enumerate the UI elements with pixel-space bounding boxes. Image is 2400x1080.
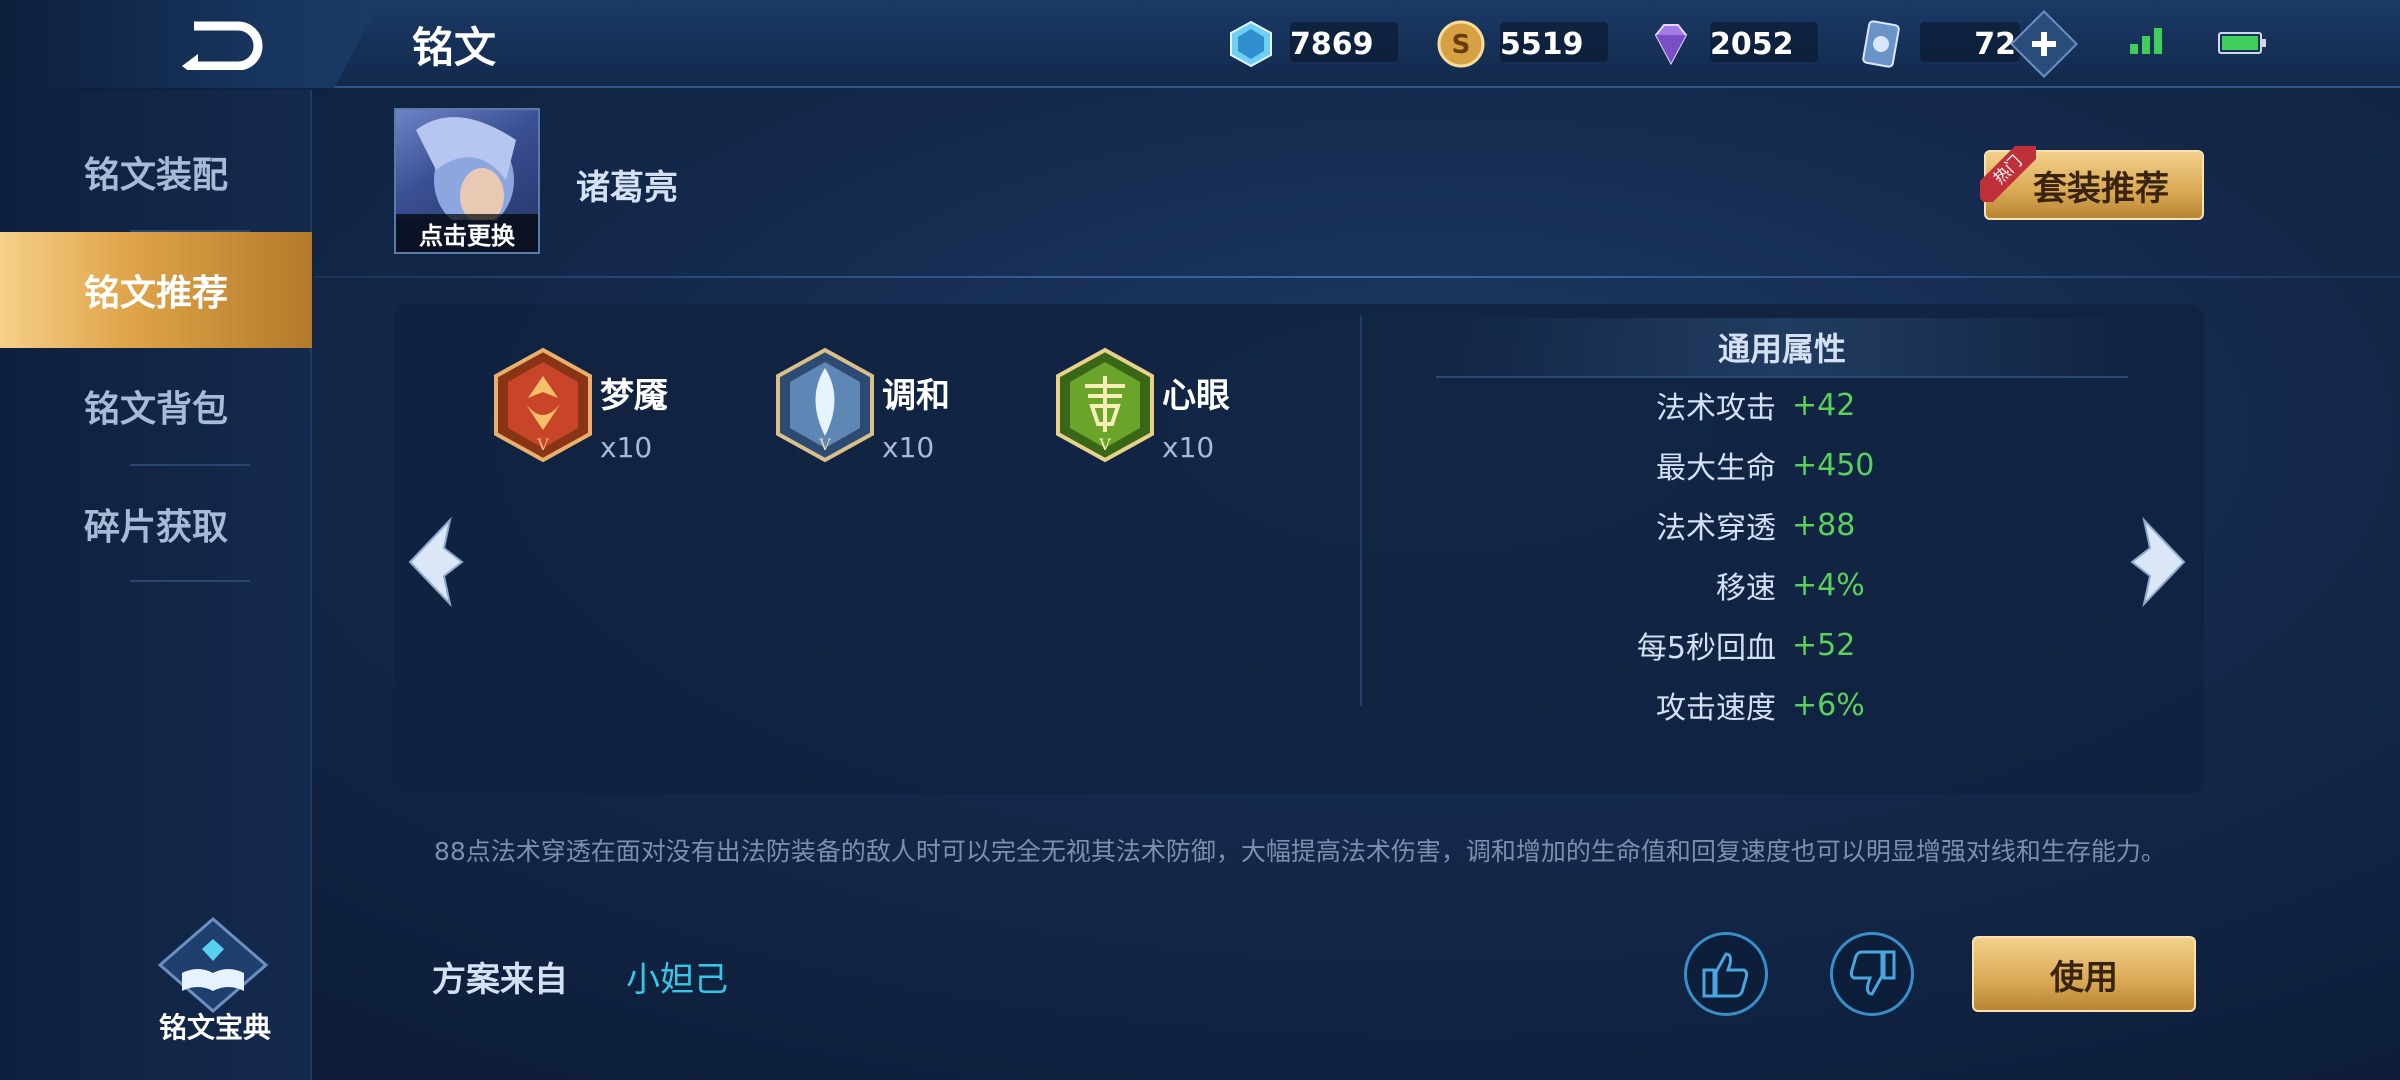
sidebar-item-label: 碎片获取	[83, 507, 228, 548]
attribute-name: 攻击速度	[1656, 691, 1776, 726]
book-icon	[157, 917, 269, 1013]
diamond-icon	[1654, 24, 1688, 66]
gold-coin-icon: S	[1437, 20, 1485, 68]
recommendation-description: 88点法术穿透在面对没有出法防装备的敌人时可以完全无视其法术防御，大幅提高法术伤…	[434, 837, 2166, 866]
attribute-name: 最大生命	[1656, 451, 1776, 486]
currency-diamond: 2052	[1646, 18, 1794, 70]
hero-avatar[interactable]: 点击更换	[394, 108, 540, 254]
codex-label: 铭文宝典	[158, 1011, 271, 1044]
attribute-row: 每5秒回血 +52	[1436, 620, 2136, 670]
rune-item[interactable]: V 梦魇 x10	[490, 346, 668, 464]
attribute-value: +52	[1792, 627, 1856, 663]
harmony-rune-icon: V	[776, 347, 874, 463]
sidebar-item-label: 铭文推荐	[83, 273, 228, 314]
like-button[interactable]	[1684, 932, 1768, 1016]
svg-text:V: V	[1098, 435, 1111, 454]
attributes-title: 通用属性	[1436, 318, 2128, 378]
sidebar-item-label: 铭文背包	[83, 389, 228, 430]
currency-gold: S 5519	[1436, 18, 1584, 70]
battery-icon	[2218, 32, 2266, 54]
svg-text:V: V	[536, 435, 549, 454]
attribute-name: 移速	[1716, 571, 1776, 606]
attribute-value: +6%	[1792, 687, 1865, 723]
svg-text:S: S	[1452, 30, 1471, 60]
card-divider	[1360, 316, 1362, 706]
rune-count: x10	[882, 431, 935, 464]
currency-voucher: 72	[1856, 18, 2016, 70]
thumbs-up-icon	[1702, 952, 1749, 998]
previous-arrow-icon[interactable]	[404, 514, 468, 610]
attribute-name: 每5秒回血	[1636, 631, 1776, 666]
sidebar-item-inscription-bag[interactable]: 铭文背包	[0, 348, 312, 464]
sidebar-item-label: 铭文装配	[83, 155, 228, 196]
source-label: 方案来自	[432, 960, 568, 1000]
change-hero-label: 点击更换	[396, 214, 538, 252]
sidebar-item-inscription-recommend[interactable]: 铭文推荐	[0, 232, 312, 348]
rune-count: x10	[600, 431, 653, 464]
hot-tag-label: 热门	[1980, 146, 2036, 202]
crystal-value: 7869	[1290, 26, 1374, 62]
top-bar: 铭文 7869 S 5519 2052 72	[0, 0, 2400, 88]
source-author-link[interactable]: 小妲己	[626, 952, 728, 1001]
attribute-value: +450	[1792, 447, 1875, 483]
gold-value: 5519	[1500, 26, 1584, 62]
attribute-name: 法术穿透	[1656, 511, 1776, 546]
voucher-card-icon	[1862, 20, 1900, 68]
attribute-row: 移速 +4%	[1436, 560, 2136, 610]
attribute-value: +88	[1792, 507, 1856, 543]
attribute-row: 法术穿透 +88	[1436, 500, 2136, 550]
page-title: 铭文	[412, 23, 497, 72]
voucher-value: 72	[1974, 26, 2016, 62]
use-button-label: 使用	[2050, 957, 2118, 998]
mind-eye-rune-icon: V	[1056, 347, 1154, 463]
rune-name: 心眼	[1162, 376, 1230, 416]
sidebar-item-fragment-obtain[interactable]: 碎片获取	[0, 466, 312, 582]
sidebar-divider	[130, 580, 250, 582]
crystal-icon	[1230, 20, 1272, 68]
diamond-value: 2052	[1710, 26, 1794, 62]
codex-button[interactable]	[148, 915, 278, 1019]
attribute-value: +4%	[1792, 567, 1865, 603]
rune-count: x10	[1162, 431, 1215, 464]
sidebar-item-inscription-equip[interactable]: 铭文装配	[0, 114, 312, 230]
set-recommend-label: 套装推荐	[2033, 168, 2169, 209]
hero-name: 诸葛亮	[576, 168, 678, 208]
attribute-row: 法术攻击 +42	[1436, 380, 2136, 430]
attribute-value: +42	[1792, 387, 1856, 423]
use-button[interactable]: 使用	[1972, 936, 2196, 1012]
thumbs-down-icon	[1849, 950, 1896, 996]
dislike-button[interactable]	[1830, 932, 1914, 1016]
back-button[interactable]	[0, 0, 380, 88]
rune-name: 调和	[882, 376, 950, 416]
attribute-row: 攻击速度 +6%	[1436, 680, 2136, 730]
plus-icon	[2032, 32, 2056, 56]
currency-crystal: 7869	[1226, 18, 1374, 70]
svg-text:V: V	[818, 435, 831, 454]
hot-tag-badge: 热门	[1980, 146, 2036, 202]
rune-item[interactable]: V 调和 x10	[772, 346, 950, 464]
nightmare-rune-icon: V	[494, 347, 592, 463]
rune-item[interactable]: V 心眼 x10	[1052, 346, 1230, 464]
signal-icon	[2130, 28, 2162, 54]
back-arrow-icon	[182, 21, 263, 70]
rune-name: 梦魇	[600, 376, 668, 416]
attribute-name: 法术攻击	[1656, 391, 1776, 426]
attribute-row: 最大生命 +450	[1436, 440, 2136, 490]
header-divider	[314, 276, 2400, 278]
